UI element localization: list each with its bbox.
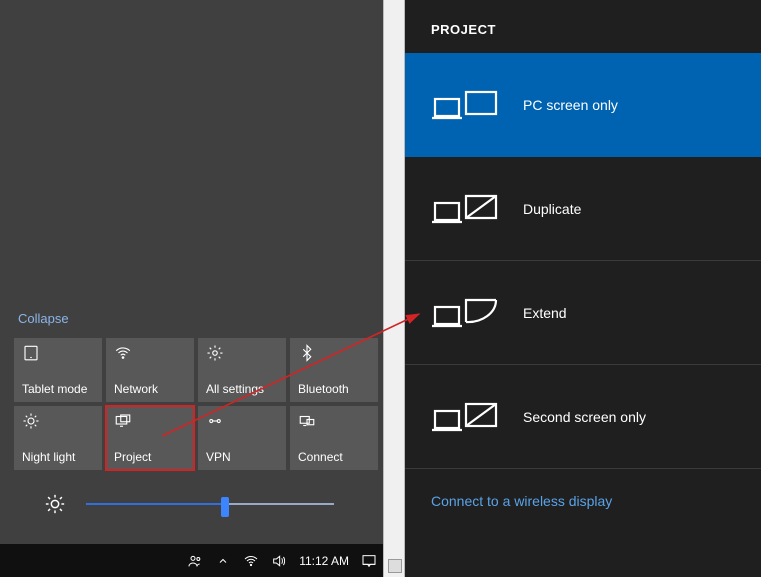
- project-mode-icon: [431, 397, 501, 437]
- connect-wireless-link[interactable]: Connect to a wireless display: [405, 469, 761, 533]
- tile-label: Project: [114, 450, 151, 464]
- tile-label: Night light: [22, 450, 75, 464]
- vpn-tile[interactable]: VPN: [198, 406, 286, 470]
- wifi-tray-icon[interactable]: [243, 553, 259, 569]
- tablet-mode-tile[interactable]: Tablet mode: [14, 338, 102, 402]
- collapse-link[interactable]: Collapse: [18, 311, 69, 326]
- tile-label: Tablet mode: [22, 382, 87, 396]
- gear-icon: [206, 344, 224, 362]
- brightness-slider[interactable]: [44, 493, 334, 515]
- connect-tile[interactable]: Connect: [290, 406, 378, 470]
- volume-tray-icon[interactable]: [271, 553, 287, 569]
- tray-chevron-up-icon[interactable]: [215, 553, 231, 569]
- tile-label: VPN: [206, 450, 231, 464]
- people-icon[interactable]: [187, 553, 203, 569]
- taskbar-clock[interactable]: 11:12 AM: [299, 554, 349, 568]
- project-option-label: Second screen only: [523, 409, 646, 425]
- sun-icon: [22, 412, 40, 430]
- brightness-icon: [44, 493, 66, 515]
- wifi-icon: [114, 344, 132, 362]
- project-option-label: Extend: [523, 305, 567, 321]
- project-panel: PROJECT PC screen only Duplicate Extend …: [405, 0, 761, 577]
- notifications-tray-icon[interactable]: [361, 553, 377, 569]
- all-settings-tile[interactable]: All settings: [198, 338, 286, 402]
- tablet-icon: [22, 344, 40, 362]
- tile-label: Bluetooth: [298, 382, 349, 396]
- connect-icon: [298, 412, 316, 430]
- brightness-track[interactable]: [86, 503, 334, 505]
- bluetooth-tile[interactable]: Bluetooth: [290, 338, 378, 402]
- duplicate-option[interactable]: Duplicate: [405, 157, 761, 261]
- second-screen-only-option[interactable]: Second screen only: [405, 365, 761, 469]
- tile-label: Network: [114, 382, 158, 396]
- project-option-label: PC screen only: [523, 97, 618, 113]
- project-mode-icon: [431, 293, 501, 333]
- project-icon: [114, 412, 132, 430]
- project-tile[interactable]: Project: [106, 406, 194, 470]
- project-mode-icon: [431, 85, 501, 125]
- brightness-thumb[interactable]: [221, 497, 229, 517]
- network-tile[interactable]: Network: [106, 338, 194, 402]
- quick-action-tiles: Tablet mode Network All settings Bluetoo…: [14, 338, 378, 470]
- scrollbar-gap: [383, 0, 405, 577]
- extend-option[interactable]: Extend: [405, 261, 761, 365]
- pc-screen-only-option[interactable]: PC screen only: [405, 53, 761, 157]
- project-option-label: Duplicate: [523, 201, 581, 217]
- night-light-tile[interactable]: Night light: [14, 406, 102, 470]
- vpn-icon: [206, 412, 224, 430]
- brightness-fill: [86, 503, 225, 505]
- bluetooth-icon: [298, 344, 316, 362]
- tile-label: Connect: [298, 450, 343, 464]
- tile-label: All settings: [206, 382, 264, 396]
- project-mode-icon: [431, 189, 501, 229]
- project-panel-title: PROJECT: [405, 0, 761, 53]
- action-center-panel: Collapse Tablet mode Network All setting…: [0, 0, 383, 544]
- taskbar: 11:12 AM: [0, 544, 383, 577]
